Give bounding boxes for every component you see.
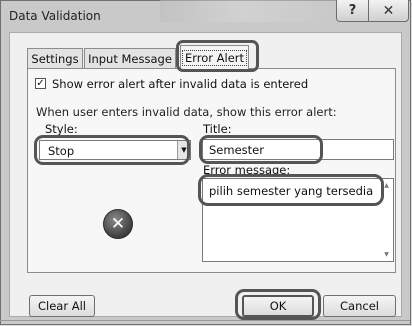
show-alert-label[interactable]: Show error alert after invalid data is e… xyxy=(52,77,308,91)
stop-icon: ✕ xyxy=(103,209,133,239)
section-label: When user enters invalid data, show this… xyxy=(36,105,337,119)
style-label: Style: xyxy=(45,122,78,136)
title-label: Title: xyxy=(203,122,232,136)
close-button[interactable]: ✕ xyxy=(368,0,409,22)
ok-highlight xyxy=(235,289,321,320)
window-title: Data Validation xyxy=(9,9,101,23)
clear-all-button[interactable]: Clear All xyxy=(29,295,95,317)
help-button[interactable]: ? xyxy=(336,0,369,22)
background-strip xyxy=(160,0,360,22)
tab-input-message[interactable]: Input Message xyxy=(84,48,176,68)
style-highlight xyxy=(34,135,190,165)
bottom-divider xyxy=(0,320,410,321)
tab-error-alert-highlight xyxy=(176,40,259,72)
show-alert-checkbox[interactable]: ✓ xyxy=(35,78,46,89)
cancel-button[interactable]: Cancel xyxy=(323,295,396,317)
error-message-highlight xyxy=(198,174,384,206)
title-highlight xyxy=(199,135,323,164)
scroll-down-icon[interactable]: ▼ xyxy=(382,251,391,258)
tab-settings[interactable]: Settings xyxy=(27,48,83,68)
